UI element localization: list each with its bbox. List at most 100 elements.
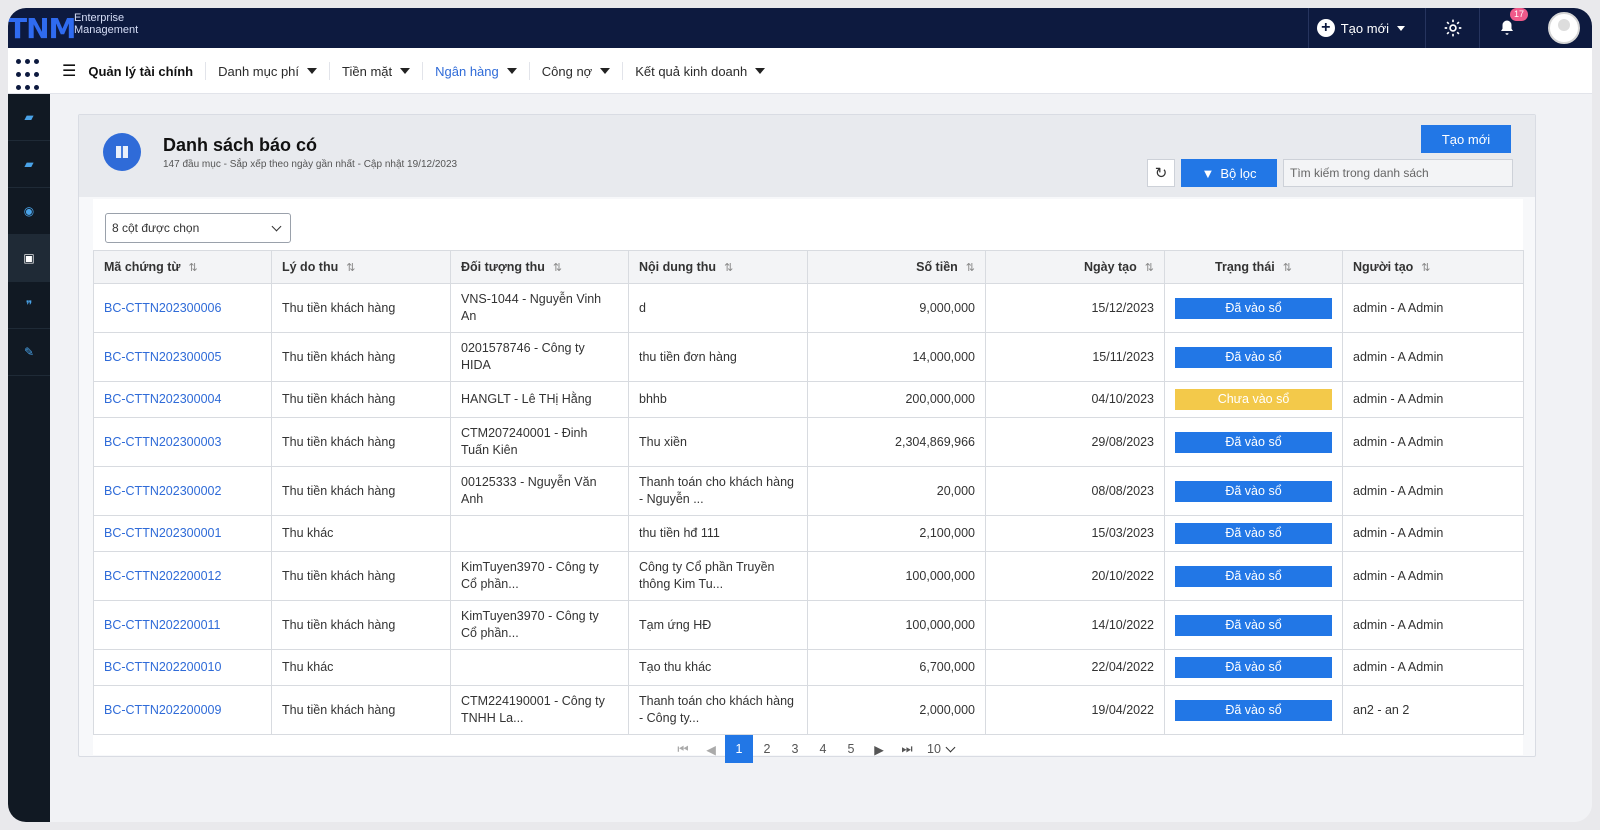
notification-count-badge: 17: [1510, 8, 1529, 21]
cell-amount: 100,000,000: [807, 600, 986, 650]
column-header-label: Người tạo: [1353, 260, 1414, 274]
cell-date: 14/10/2022: [985, 600, 1165, 650]
menu-item-debt[interactable]: Công nợ: [528, 62, 622, 80]
user-avatar[interactable]: [1548, 12, 1580, 44]
cell-status: Đã vào sổ: [1164, 600, 1343, 650]
cell-date: 22/04/2022: [985, 649, 1165, 686]
table-row[interactable]: BC-CTTN202300002 Thu tiền khách hàng 00125…: [93, 466, 1524, 516]
cell-code[interactable]: BC-CTTN202300002: [93, 466, 272, 516]
search-input[interactable]: [1283, 159, 1513, 187]
page-size-select[interactable]: 10: [927, 742, 958, 756]
cell-status: Đã vào sổ: [1164, 685, 1343, 735]
column-header-status[interactable]: Trạng thái ⇅: [1164, 250, 1343, 284]
sort-icon[interactable]: ⇅: [346, 262, 355, 274]
menu-item-fee-catalog[interactable]: Danh mục phí: [205, 62, 329, 80]
page-button[interactable]: 2: [753, 735, 781, 763]
settings-button[interactable]: [1426, 8, 1480, 48]
page-button[interactable]: 1: [725, 735, 753, 763]
status-badge: Đã vào sổ: [1175, 699, 1332, 721]
page-button[interactable]: 4: [809, 735, 837, 763]
table-row[interactable]: BC-CTTN202200010 Thu khác Tạo thu khác 6,70…: [93, 649, 1524, 686]
cell-creator: admin - A Admin: [1342, 600, 1524, 650]
column-header-label: Mã chứng từ: [104, 260, 181, 274]
table-row[interactable]: BC-CTTN202200009 Thu tiền khách hàng CTM22…: [93, 685, 1524, 735]
hamburger-icon[interactable]: ☰: [62, 61, 76, 81]
cell-code[interactable]: BC-CTTN202300004: [93, 381, 272, 418]
cell-reason: Thu tiền khách hàng: [271, 551, 451, 601]
column-header-code[interactable]: Mã chứng từ ⇅: [93, 250, 272, 284]
sidebar-item-search[interactable]: ◉: [8, 188, 50, 235]
next-page-button[interactable]: ▶: [865, 735, 893, 763]
sort-icon[interactable]: ⇅: [1283, 262, 1292, 274]
table-row[interactable]: BC-CTTN202200011 Thu tiền khách hàng KimTu…: [93, 600, 1524, 650]
column-header-creator[interactable]: Người tạo ⇅: [1342, 250, 1524, 284]
cell-code[interactable]: BC-CTTN202300005: [93, 332, 272, 382]
cell-content: thu tiền hđ 111: [628, 515, 808, 552]
sidebar-item-book-1[interactable]: ▰: [8, 94, 50, 141]
cell-code[interactable]: BC-CTTN202200010: [93, 649, 272, 686]
sort-icon[interactable]: ⇅: [553, 262, 562, 274]
menu-item-bank[interactable]: Ngân hàng: [422, 62, 529, 80]
create-new-button[interactable]: Tạo mới: [1421, 125, 1511, 153]
sidebar-item-document[interactable]: ▣: [8, 235, 50, 282]
sidebar-item-book-2[interactable]: ▰: [8, 141, 50, 188]
table-row[interactable]: BC-CTTN202300005 Thu tiền khách hàng 02015…: [93, 332, 1524, 382]
column-header-content[interactable]: Nội dung thu ⇅: [628, 250, 808, 284]
table-row[interactable]: BC-CTTN202300001 Thu khác thu tiền hđ 111 2…: [93, 515, 1524, 552]
table-row[interactable]: BC-CTTN202300004 Thu tiền khách hàng HANGL…: [93, 381, 1524, 418]
page-button[interactable]: 5: [837, 735, 865, 763]
notifications-button[interactable]: 17: [1480, 8, 1534, 48]
table-row[interactable]: BC-CTTN202300006 Thu tiền khách hàng VNS-1…: [93, 283, 1524, 333]
filter-button[interactable]: ▼ Bộ lọc: [1181, 159, 1277, 187]
sort-icon[interactable]: ⇅: [966, 262, 975, 274]
sort-icon[interactable]: ⇅: [724, 262, 733, 274]
cell-code[interactable]: BC-CTTN202300006: [93, 283, 272, 333]
sidebar-item-edit[interactable]: ✎: [8, 329, 50, 376]
cell-content: thu tiền đơn hàng: [628, 332, 808, 382]
cell-code[interactable]: BC-CTTN202200009: [93, 685, 272, 735]
page-button[interactable]: 3: [781, 735, 809, 763]
menu-item-cash[interactable]: Tiền mặt: [329, 62, 422, 80]
create-new-label: Tạo mới: [1340, 20, 1389, 36]
menu-item-business-results[interactable]: Kết quả kinh doanh: [622, 62, 777, 80]
cell-amount: 100,000,000: [807, 551, 986, 601]
sort-icon[interactable]: ⇅: [188, 262, 197, 274]
table-row[interactable]: BC-CTTN202300003 Thu tiền khách hàng CTM20…: [93, 417, 1524, 467]
cell-date: 15/11/2023: [985, 332, 1165, 382]
sort-icon[interactable]: ⇅: [1145, 262, 1154, 274]
cell-target: CTM224190001 - Công ty TNHH La...: [450, 685, 629, 735]
first-page-button[interactable]: ⏮: [669, 735, 697, 763]
cell-target: 0201578746 - Công ty HIDA: [450, 332, 629, 382]
last-page-button[interactable]: ⏭: [893, 735, 921, 763]
cell-code[interactable]: BC-CTTN202300003: [93, 417, 272, 467]
caret-down-icon: [600, 68, 611, 74]
gear-icon: [1444, 19, 1461, 37]
column-header-amount[interactable]: Số tiền ⇅: [807, 250, 986, 284]
book-icon: ▰: [24, 110, 34, 124]
cell-date: 20/10/2022: [985, 551, 1165, 601]
sidebar-item-quote[interactable]: ❞: [8, 282, 50, 329]
cell-code[interactable]: BC-CTTN202300001: [93, 515, 272, 552]
cell-amount: 2,000,000: [807, 685, 986, 735]
document-icon: [103, 133, 141, 171]
column-select[interactable]: 8 cột được chọn: [105, 213, 291, 243]
refresh-button[interactable]: ↻: [1147, 159, 1175, 187]
column-header-target[interactable]: Đối tượng thu ⇅: [450, 250, 629, 284]
menu-item-finance[interactable]: Quản lý tài chính: [88, 62, 205, 80]
cell-content: Thanh toán cho khách hàng - Nguyễn ...: [628, 466, 808, 516]
table-row[interactable]: BC-CTTN202200012 Thu tiền khách hàng KimTu…: [93, 551, 1524, 601]
app-grid-icon[interactable]: [8, 48, 50, 94]
sort-icon[interactable]: ⇅: [1421, 262, 1430, 274]
app-logo[interactable]: TNM: [8, 12, 76, 45]
cell-code[interactable]: BC-CTTN202200012: [93, 551, 272, 601]
cell-date: 19/04/2022: [985, 685, 1165, 735]
cell-target: CTM207240001 - Đinh Tuấn Kiên: [450, 417, 629, 467]
cell-date: 29/08/2023: [985, 417, 1165, 467]
cell-code[interactable]: BC-CTTN202200011: [93, 600, 272, 650]
column-header-reason[interactable]: Lý do thu ⇅: [271, 250, 451, 284]
cell-creator: admin - A Admin: [1342, 551, 1524, 601]
prev-page-button[interactable]: ◀: [697, 735, 725, 763]
create-new-dropdown[interactable]: + Tạo mới: [1307, 8, 1426, 48]
menu-item-label: Công nợ: [541, 63, 593, 79]
column-header-date[interactable]: Ngày tạo ⇅: [985, 250, 1165, 284]
